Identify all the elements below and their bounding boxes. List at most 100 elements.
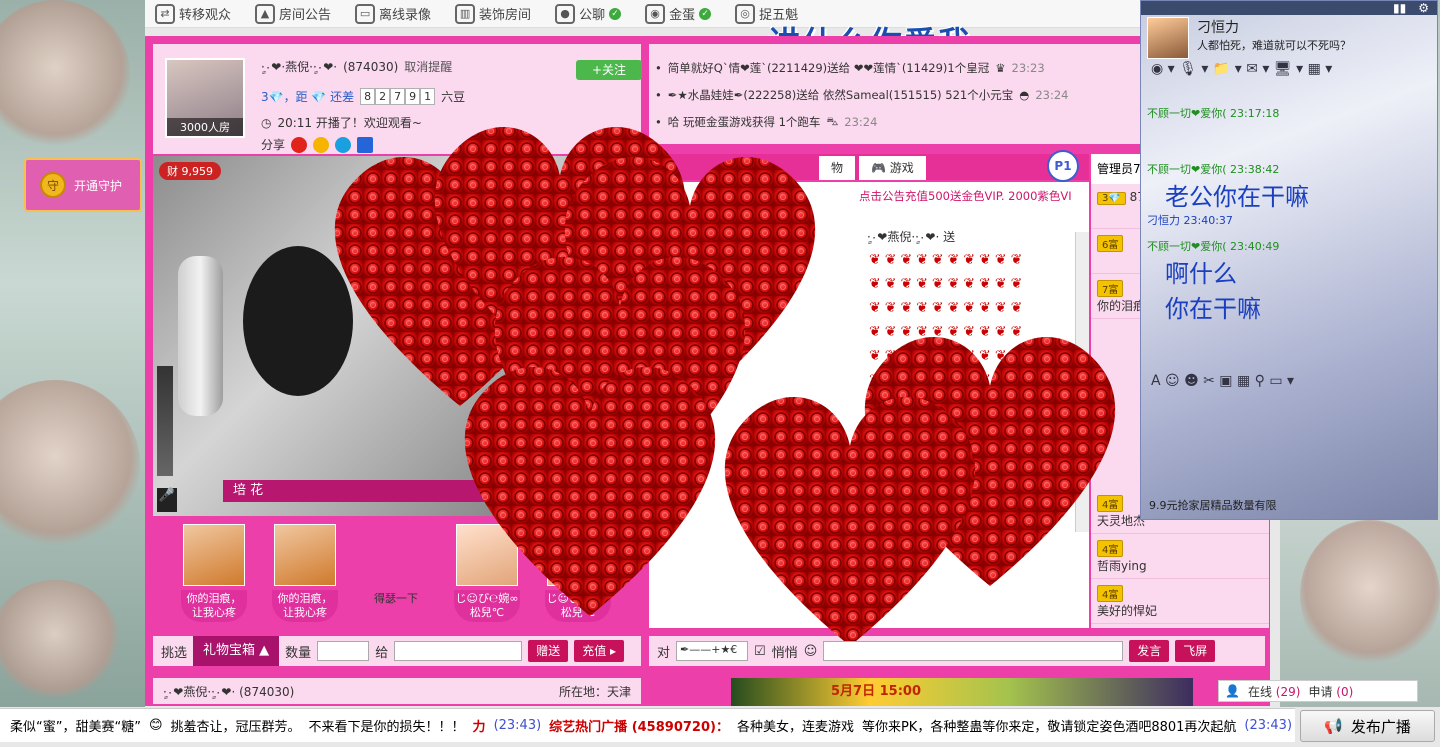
host-id: (874030): [343, 59, 399, 74]
renren-icon[interactable]: [357, 136, 374, 153]
send-button[interactable]: 发言: [1129, 640, 1170, 662]
toolbar-decorate[interactable]: ▥ 装饰房间: [455, 3, 531, 24]
qq-chat-window: ▮▮ ⚙ 刁恒力 人都怕死，难道就可以不死吗？ ◉ ▾ 🎙 ▾ 📁 ▾ ✉ ▾ …: [1140, 0, 1438, 520]
check-icon: ✓: [699, 7, 712, 20]
emoji-icon[interactable]: ☺: [804, 644, 818, 659]
host-avatar[interactable]: 3000人房: [165, 58, 245, 138]
car-icon: ⛍: [826, 113, 839, 128]
decorate-icon: ▥: [455, 3, 476, 24]
recharge-button[interactable]: 充值 ▸: [574, 640, 625, 662]
contact-name: 刁恒力: [1197, 20, 1239, 36]
admin-item[interactable]: 4富 美好的悍妃: [1091, 579, 1269, 624]
room-toolbar: ⇄ 转移观众 ▲ 房间公告 ▭ 离线录像 ▥ 装饰房间 ● 公聊 ✓ ◉ 金蛋 ✓ ◎ 捉五魁: [145, 0, 1140, 28]
quantity-input[interactable]: [317, 641, 370, 661]
gift-box-dropdown[interactable]: 礼物宝箱 ▲: [193, 636, 280, 666]
gift-image: [547, 524, 609, 586]
rose-row: ❦❦❦❦❦❦❦❦❦❦: [869, 348, 1027, 364]
chat-gift-line: ٍ·٠❤燕倪·ٍ·٠❤· 送: [867, 230, 956, 244]
pause-icon[interactable]: ▮▮: [1393, 1, 1406, 15]
follow-button[interactable]: +关注: [576, 60, 642, 80]
fly-screen-button[interactable]: 飞屏: [1175, 640, 1216, 662]
share-line: 分享: [261, 136, 374, 153]
crown-icon: ♛: [995, 60, 1006, 75]
settings-icon[interactable]: ⚙: [1418, 1, 1429, 15]
contact-signature: 人都怕死，难道就可以不死吗？: [1197, 39, 1351, 52]
apply-tab[interactable]: 申请 (0): [1308, 683, 1353, 700]
chat-tabs: 物 🎮 游戏: [649, 154, 1089, 180]
sender-badge: 力: [472, 720, 486, 735]
whisper-checkbox[interactable]: ☑: [754, 644, 766, 659]
p1-badge[interactable]: P1: [1047, 150, 1079, 182]
clock-icon: ◷: [261, 115, 272, 130]
qq-ad-text[interactable]: 9.9元抢家居精品数量有限: [1149, 497, 1277, 513]
flower-label[interactable]: 培 花: [223, 480, 633, 502]
game-icon: ◎: [735, 3, 756, 24]
tab-games[interactable]: 🎮 游戏: [859, 156, 926, 180]
level-digits: 82791: [360, 88, 436, 105]
gift-card[interactable]: 得瑟一下: [363, 524, 429, 608]
microphone-image: [178, 256, 223, 416]
give-button[interactable]: 赠送: [528, 640, 569, 662]
online-tab[interactable]: 在线 (29): [1248, 683, 1300, 700]
host-start-line: ◷ 20:11 开播了！欢迎观看~: [261, 115, 422, 131]
toolbar-golden-egg[interactable]: ◉ 金蛋 ✓: [645, 3, 712, 24]
location-icon: ◉: [645, 3, 666, 24]
gift-card[interactable]: 你的泪痕， 让我心疼: [181, 524, 247, 622]
toolbar-transfer[interactable]: ⇄ 转移观众: [155, 3, 231, 24]
gift-image: [365, 524, 427, 586]
recipient-input[interactable]: [394, 641, 523, 661]
video-stream[interactable]: 财 9,959 🎤 培 花: [153, 156, 641, 516]
smile-icon: 😊: [148, 718, 163, 733]
chat-target-select[interactable]: ✒——+★€: [676, 641, 749, 661]
admin-item[interactable]: 4富 哲雨ying: [1091, 534, 1269, 579]
chat-input-bar: 对 ✒——+★€ ☑ 悄悄 ☺ 发言 飞屏: [649, 636, 1265, 666]
check-icon: ✓: [609, 7, 622, 20]
chat-message-input[interactable]: [823, 641, 1124, 661]
beans-text: 六豆: [441, 90, 466, 104]
qzone-icon[interactable]: [313, 136, 330, 153]
host-name: ٍ·٠❤·燕倪·ٍ·٠❤·: [261, 60, 338, 74]
tab-gift[interactable]: 物: [819, 156, 856, 180]
chat-notice[interactable]: 点击公告充值500送金色VIP. 2000紫色VI: [859, 188, 1072, 204]
host-level-line: 3💎，距 💎 还差 82791 六豆: [261, 88, 465, 105]
qq-share-icon[interactable]: [335, 136, 352, 153]
cancel-remind-link[interactable]: 取消提醒: [404, 58, 452, 75]
qq-toolbar[interactable]: ◉ ▾ 🎙 ▾ 📁 ▾ ✉ ▾ 🖥 ▾ ▦ ▾: [1141, 61, 1437, 85]
rose-row: ❦❦❦❦❦❦❦❦❦❦: [869, 252, 1027, 268]
rose-row: ❦❦❦❦❦❦❦❦❦❦: [869, 300, 1027, 316]
gamepad-icon: 🎮: [871, 161, 886, 175]
level-text: 3💎，距 💎 还差: [261, 90, 355, 104]
toolbar-public-chat[interactable]: ● 公聊 ✓: [555, 3, 622, 24]
user-icon: 👤: [1225, 684, 1240, 698]
qq-contact-header: 刁恒力 人都怕死，难道就可以不死吗？: [1141, 15, 1437, 61]
transfer-icon: ⇄: [155, 3, 175, 24]
recording-icon: ▭: [355, 3, 376, 24]
gift-image: [183, 524, 245, 586]
announcement-icon: ▲: [255, 3, 276, 24]
toolbar-recording[interactable]: ▭ 离线录像: [355, 3, 431, 24]
gift-card[interactable]: 你的泪痕， 让我心疼: [272, 524, 338, 622]
contact-avatar[interactable]: [1147, 17, 1189, 59]
publish-broadcast-button[interactable]: 📢 发布广播: [1300, 710, 1435, 742]
gold-badge: 财 9,959: [159, 162, 221, 180]
host-footer: ٍ·٠❤燕倪·ٍ·٠❤· (874030) 所在地：天津: [153, 678, 641, 704]
host-info-panel: 3000人房 ٍ·٠❤·燕倪·ٍ·٠❤· (874030) 取消提醒 +关注 3…: [153, 44, 642, 154]
left-background: [0, 0, 145, 707]
guard-button[interactable]: 守 开通守护: [24, 158, 142, 212]
toolbar-announcement[interactable]: ▲ 房间公告: [255, 3, 331, 24]
ingot-icon: ◓: [1019, 87, 1030, 102]
pop-filter-image: [243, 246, 353, 396]
qq-window-titlebar: ▮▮ ⚙: [1141, 1, 1437, 15]
qq-format-toolbar[interactable]: A ☺ ☻ ✂ ▣ ▦ ⚲ ▭ ▾: [1151, 373, 1294, 389]
room-main: 3000人房 ٍ·٠❤·燕倪·ٍ·٠❤· (874030) 取消提醒 +关注 3…: [145, 36, 1270, 706]
chat-scrollbar[interactable]: [1075, 232, 1089, 532]
volume-meter[interactable]: [157, 366, 173, 476]
game-ad-banner[interactable]: 5月7日 15:00: [731, 678, 1193, 706]
microphone-icon[interactable]: 🎤: [157, 488, 177, 512]
gift-card[interactable]: じ☺び℮婉∞ 松兒℃: [454, 524, 520, 622]
broadcast-marquee: 柔似“蜜”，甜美赛“糖” 😊 挑羞杏让，冠压群芳。 不来看下是你的损失！！！ 力…: [0, 708, 1295, 742]
weibo-icon[interactable]: [291, 136, 308, 153]
gift-card[interactable]: じ☺び℮婉∞ 松兒℃: [545, 524, 611, 622]
gift-image: [274, 524, 336, 586]
rose-row: ❦❦❦❦❦❦❦❦❦❦: [869, 372, 1027, 388]
